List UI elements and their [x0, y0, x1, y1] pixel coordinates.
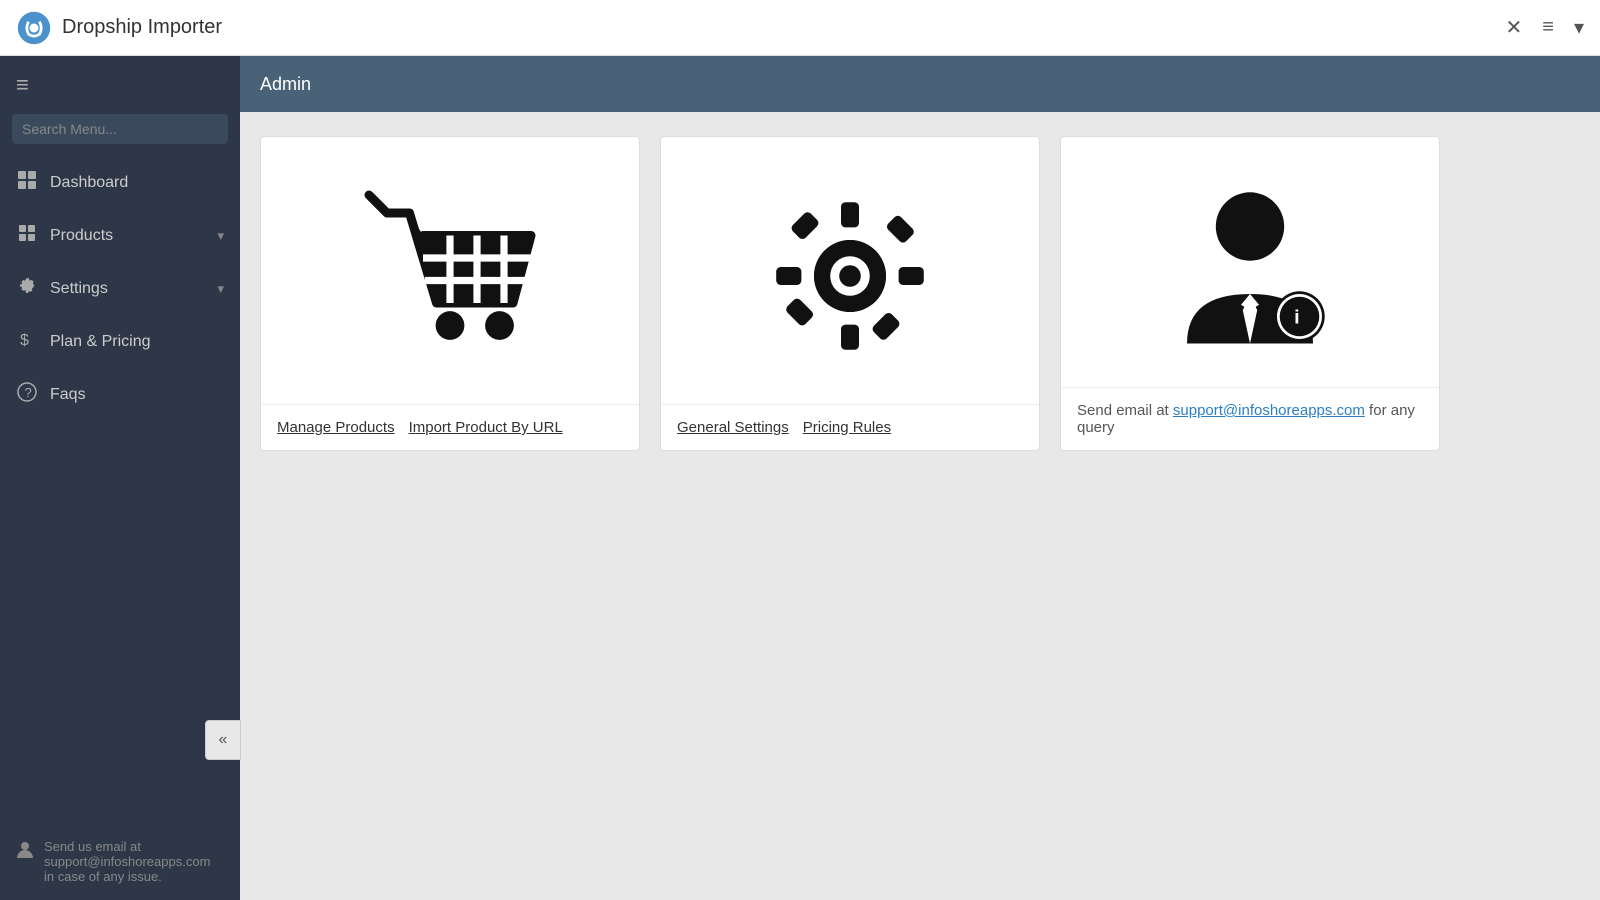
- support-card: i Send email at support@infoshoreapps.co…: [1060, 136, 1440, 451]
- app-title: Dropship Importer: [62, 16, 222, 39]
- search-input[interactable]: [12, 114, 228, 144]
- sidebar-hamburger[interactable]: ≡: [0, 56, 240, 114]
- import-product-link[interactable]: Import Product By URL: [409, 419, 563, 436]
- sidebar-item-products[interactable]: Products ▾: [0, 209, 240, 262]
- sidebar-item-settings[interactable]: Settings ▾: [0, 262, 240, 315]
- sidebar-item-faqs-label: Faqs: [50, 386, 224, 404]
- faqs-icon: ?: [16, 382, 38, 407]
- pricing-rules-link[interactable]: Pricing Rules: [803, 419, 891, 436]
- topbar-right: ✕ ≡ ▾: [1506, 15, 1584, 40]
- svg-text:?: ?: [25, 385, 32, 400]
- sidebar-item-dashboard-label: Dashboard: [50, 174, 224, 192]
- settings-icon: [16, 276, 38, 301]
- support-email-link[interactable]: support@infoshoreapps.com: [1173, 402, 1365, 419]
- admin-title: Admin: [260, 74, 311, 95]
- admin-header: Admin: [240, 56, 1600, 112]
- user-icon: [16, 841, 34, 864]
- sidebar-collapse-button[interactable]: «: [205, 720, 241, 760]
- dropdown-icon[interactable]: ▾: [1574, 15, 1584, 40]
- collapse-icon: «: [219, 731, 228, 749]
- topbar-left: Dropship Importer: [16, 10, 222, 46]
- support-card-icon-area: i: [1061, 137, 1439, 387]
- sidebar-item-dashboard[interactable]: Dashboard: [0, 156, 240, 209]
- support-prefix-text: Send email at: [1077, 402, 1173, 419]
- cart-icon: [360, 186, 540, 366]
- products-icon: [16, 223, 38, 248]
- app-logo: [16, 10, 52, 46]
- products-card-links: Manage Products Import Product By URL: [261, 404, 639, 450]
- plan-pricing-icon: $: [16, 329, 38, 354]
- support-icon: i: [1160, 177, 1340, 357]
- products-card: Manage Products Import Product By URL: [260, 136, 640, 451]
- svg-text:i: i: [1294, 307, 1300, 329]
- menu-icon[interactable]: ≡: [1542, 16, 1554, 39]
- general-settings-link[interactable]: General Settings: [677, 419, 789, 436]
- topbar: Dropship Importer ✕ ≡ ▾: [0, 0, 1600, 56]
- sidebar-footer-text: Send us email at support@infoshoreapps.c…: [44, 839, 224, 884]
- sidebar-item-products-label: Products: [50, 227, 205, 245]
- settings-chevron-icon: ▾: [217, 281, 224, 297]
- settings-card: General Settings Pricing Rules: [660, 136, 1040, 451]
- settings-card-icon-area: [661, 137, 1039, 404]
- close-icon[interactable]: ✕: [1506, 15, 1523, 40]
- sidebar-item-faqs[interactable]: ? Faqs: [0, 368, 240, 421]
- cards-area: Manage Products Import Product By URL: [240, 112, 1600, 900]
- main-layout: ≡ Dashboard Products ▾ Settings ▾: [0, 56, 1600, 900]
- products-card-icon-area: [261, 137, 639, 404]
- dashboard-icon: [16, 170, 38, 195]
- sidebar: ≡ Dashboard Products ▾ Settings ▾: [0, 56, 240, 900]
- gear-icon: [760, 186, 940, 366]
- svg-text:$: $: [20, 332, 29, 349]
- settings-card-links: General Settings Pricing Rules: [661, 404, 1039, 450]
- sidebar-item-plan-pricing-label: Plan & Pricing: [50, 333, 224, 351]
- cards-grid: Manage Products Import Product By URL: [260, 136, 1580, 451]
- content-area: Admin: [240, 56, 1600, 900]
- sidebar-item-plan-pricing[interactable]: $ Plan & Pricing: [0, 315, 240, 368]
- manage-products-link[interactable]: Manage Products: [277, 419, 395, 436]
- support-card-links: Send email at support@infoshoreapps.com …: [1061, 387, 1439, 450]
- sidebar-item-settings-label: Settings: [50, 280, 205, 298]
- products-chevron-icon: ▾: [217, 228, 224, 244]
- sidebar-footer: Send us email at support@infoshoreapps.c…: [0, 823, 240, 900]
